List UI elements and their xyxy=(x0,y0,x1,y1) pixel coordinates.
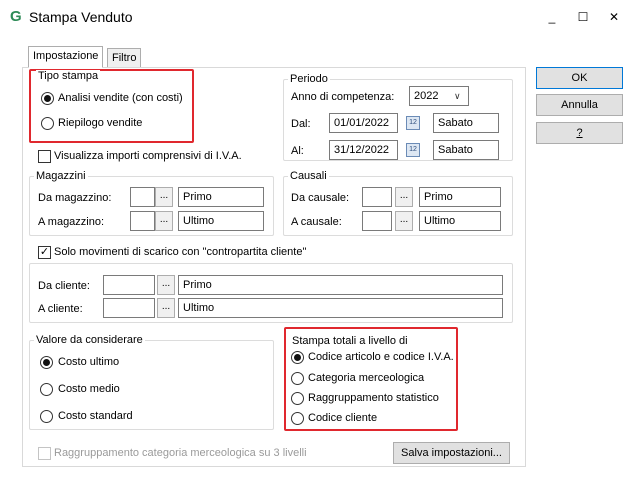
dal-date-input[interactable]: 01/01/2022 xyxy=(329,113,398,133)
tipo-stampa-legend: Tipo stampa xyxy=(36,70,101,82)
radio-costo-standard-label: Costo standard xyxy=(58,410,133,422)
radio-codice-cliente[interactable] xyxy=(291,412,304,425)
anno-select[interactable]: 2022 ∨ xyxy=(409,86,469,106)
a-causale-lookup-button[interactable]: ... xyxy=(395,211,413,231)
al-date-input[interactable]: 31/12/2022 xyxy=(329,140,398,160)
radio-analisi-vendite[interactable] xyxy=(41,92,54,105)
chevron-down-icon: ∨ xyxy=(454,91,461,101)
da-cliente-label: Da cliente: xyxy=(38,280,90,292)
radio-costo-ultimo[interactable] xyxy=(40,356,53,369)
calendar-icon[interactable]: 12 xyxy=(406,116,420,130)
scarico-checkbox-label: Solo movimenti di scarico con "contropar… xyxy=(54,246,307,258)
a-causale-desc: Ultimo xyxy=(419,211,501,231)
periodo-legend: Periodo xyxy=(288,73,330,85)
app-logo-icon: G xyxy=(10,8,22,25)
a-magazzino-lookup-button[interactable]: ... xyxy=(155,211,173,231)
radio-costo-medio[interactable] xyxy=(40,383,53,396)
tab-impostazione[interactable]: Impostazione xyxy=(28,46,104,68)
raggruppamento-checkbox xyxy=(38,447,51,460)
da-magazzino-lookup-button[interactable]: ... xyxy=(155,187,173,207)
ok-button[interactable]: OK xyxy=(536,67,623,89)
iva-checkbox[interactable] xyxy=(38,150,51,163)
da-magazzino-label: Da magazzino: xyxy=(38,192,112,204)
da-causale-input[interactable] xyxy=(362,187,392,207)
maximize-icon[interactable]: ☐ xyxy=(574,8,592,26)
radio-raggruppamento-statistico[interactable] xyxy=(291,392,304,405)
da-magazzino-input[interactable] xyxy=(130,187,155,207)
a-causale-input[interactable] xyxy=(362,211,392,231)
radio-costo-standard[interactable] xyxy=(40,410,53,423)
radio-costo-medio-label: Costo medio xyxy=(58,383,120,395)
a-causale-label: A causale: xyxy=(291,216,342,228)
radio-analisi-vendite-label: Analisi vendite (con costi) xyxy=(58,92,183,104)
radio-raggruppamento-statistico-label: Raggruppamento statistico xyxy=(308,392,439,404)
a-magazzino-desc: Ultimo xyxy=(178,211,264,231)
da-magazzino-desc: Primo xyxy=(178,187,264,207)
close-icon[interactable]: ✕ xyxy=(605,8,623,26)
radio-categoria-merceologica[interactable] xyxy=(291,372,304,385)
salva-impostazioni-button[interactable]: Salva impostazioni... xyxy=(393,442,510,464)
scarico-checkbox[interactable]: ✓ xyxy=(38,246,51,259)
radio-costo-ultimo-label: Costo ultimo xyxy=(58,356,120,368)
da-causale-lookup-button[interactable]: ... xyxy=(395,187,413,207)
causali-legend: Causali xyxy=(288,170,329,182)
al-label: Al: xyxy=(291,145,304,157)
radio-codice-cliente-label: Codice cliente xyxy=(308,412,378,424)
a-magazzino-input[interactable] xyxy=(130,211,155,231)
magazzini-legend: Magazzini xyxy=(34,170,88,182)
help-button[interactable]: ? xyxy=(536,122,623,144)
iva-checkbox-label: Visualizza importi comprensivi di I.V.A. xyxy=(54,150,242,162)
stampa-totali-legend: Stampa totali a livello di xyxy=(290,335,410,347)
valore-legend: Valore da considerare xyxy=(34,334,145,346)
window-title: Stampa Venduto xyxy=(29,9,133,25)
radio-riepilogo-vendite-label: Riepilogo vendite xyxy=(58,117,143,129)
a-cliente-input[interactable] xyxy=(103,298,155,318)
radio-categoria-merceologica-label: Categoria merceologica xyxy=(308,372,425,384)
al-day-field: Sabato xyxy=(433,140,499,160)
radio-riepilogo-vendite[interactable] xyxy=(41,117,54,130)
tab-filtro[interactable]: Filtro xyxy=(107,48,142,68)
radio-codice-articolo-label: Codice articolo e codice I.V.A. xyxy=(308,351,454,363)
a-magazzino-label: A magazzino: xyxy=(38,216,105,228)
da-cliente-desc: Primo xyxy=(178,275,503,295)
da-causale-desc: Primo xyxy=(419,187,501,207)
da-causale-label: Da causale: xyxy=(291,192,350,204)
anno-value: 2022 xyxy=(414,90,439,102)
a-cliente-desc: Ultimo xyxy=(178,298,503,318)
annulla-button[interactable]: Annulla xyxy=(536,94,623,116)
anno-label: Anno di competenza: xyxy=(291,91,395,103)
raggruppamento-checkbox-label: Raggruppamento categoria merceologica su… xyxy=(54,447,307,459)
da-cliente-lookup-button[interactable]: ... xyxy=(157,275,175,295)
dal-label: Dal: xyxy=(291,118,311,130)
a-cliente-lookup-button[interactable]: ... xyxy=(157,298,175,318)
dal-day-field: Sabato xyxy=(433,113,499,133)
radio-codice-articolo[interactable] xyxy=(291,351,304,364)
calendar-icon[interactable]: 12 xyxy=(406,143,420,157)
minimize-icon[interactable]: _ xyxy=(543,8,561,26)
a-cliente-label: A cliente: xyxy=(38,303,83,315)
da-cliente-input[interactable] xyxy=(103,275,155,295)
